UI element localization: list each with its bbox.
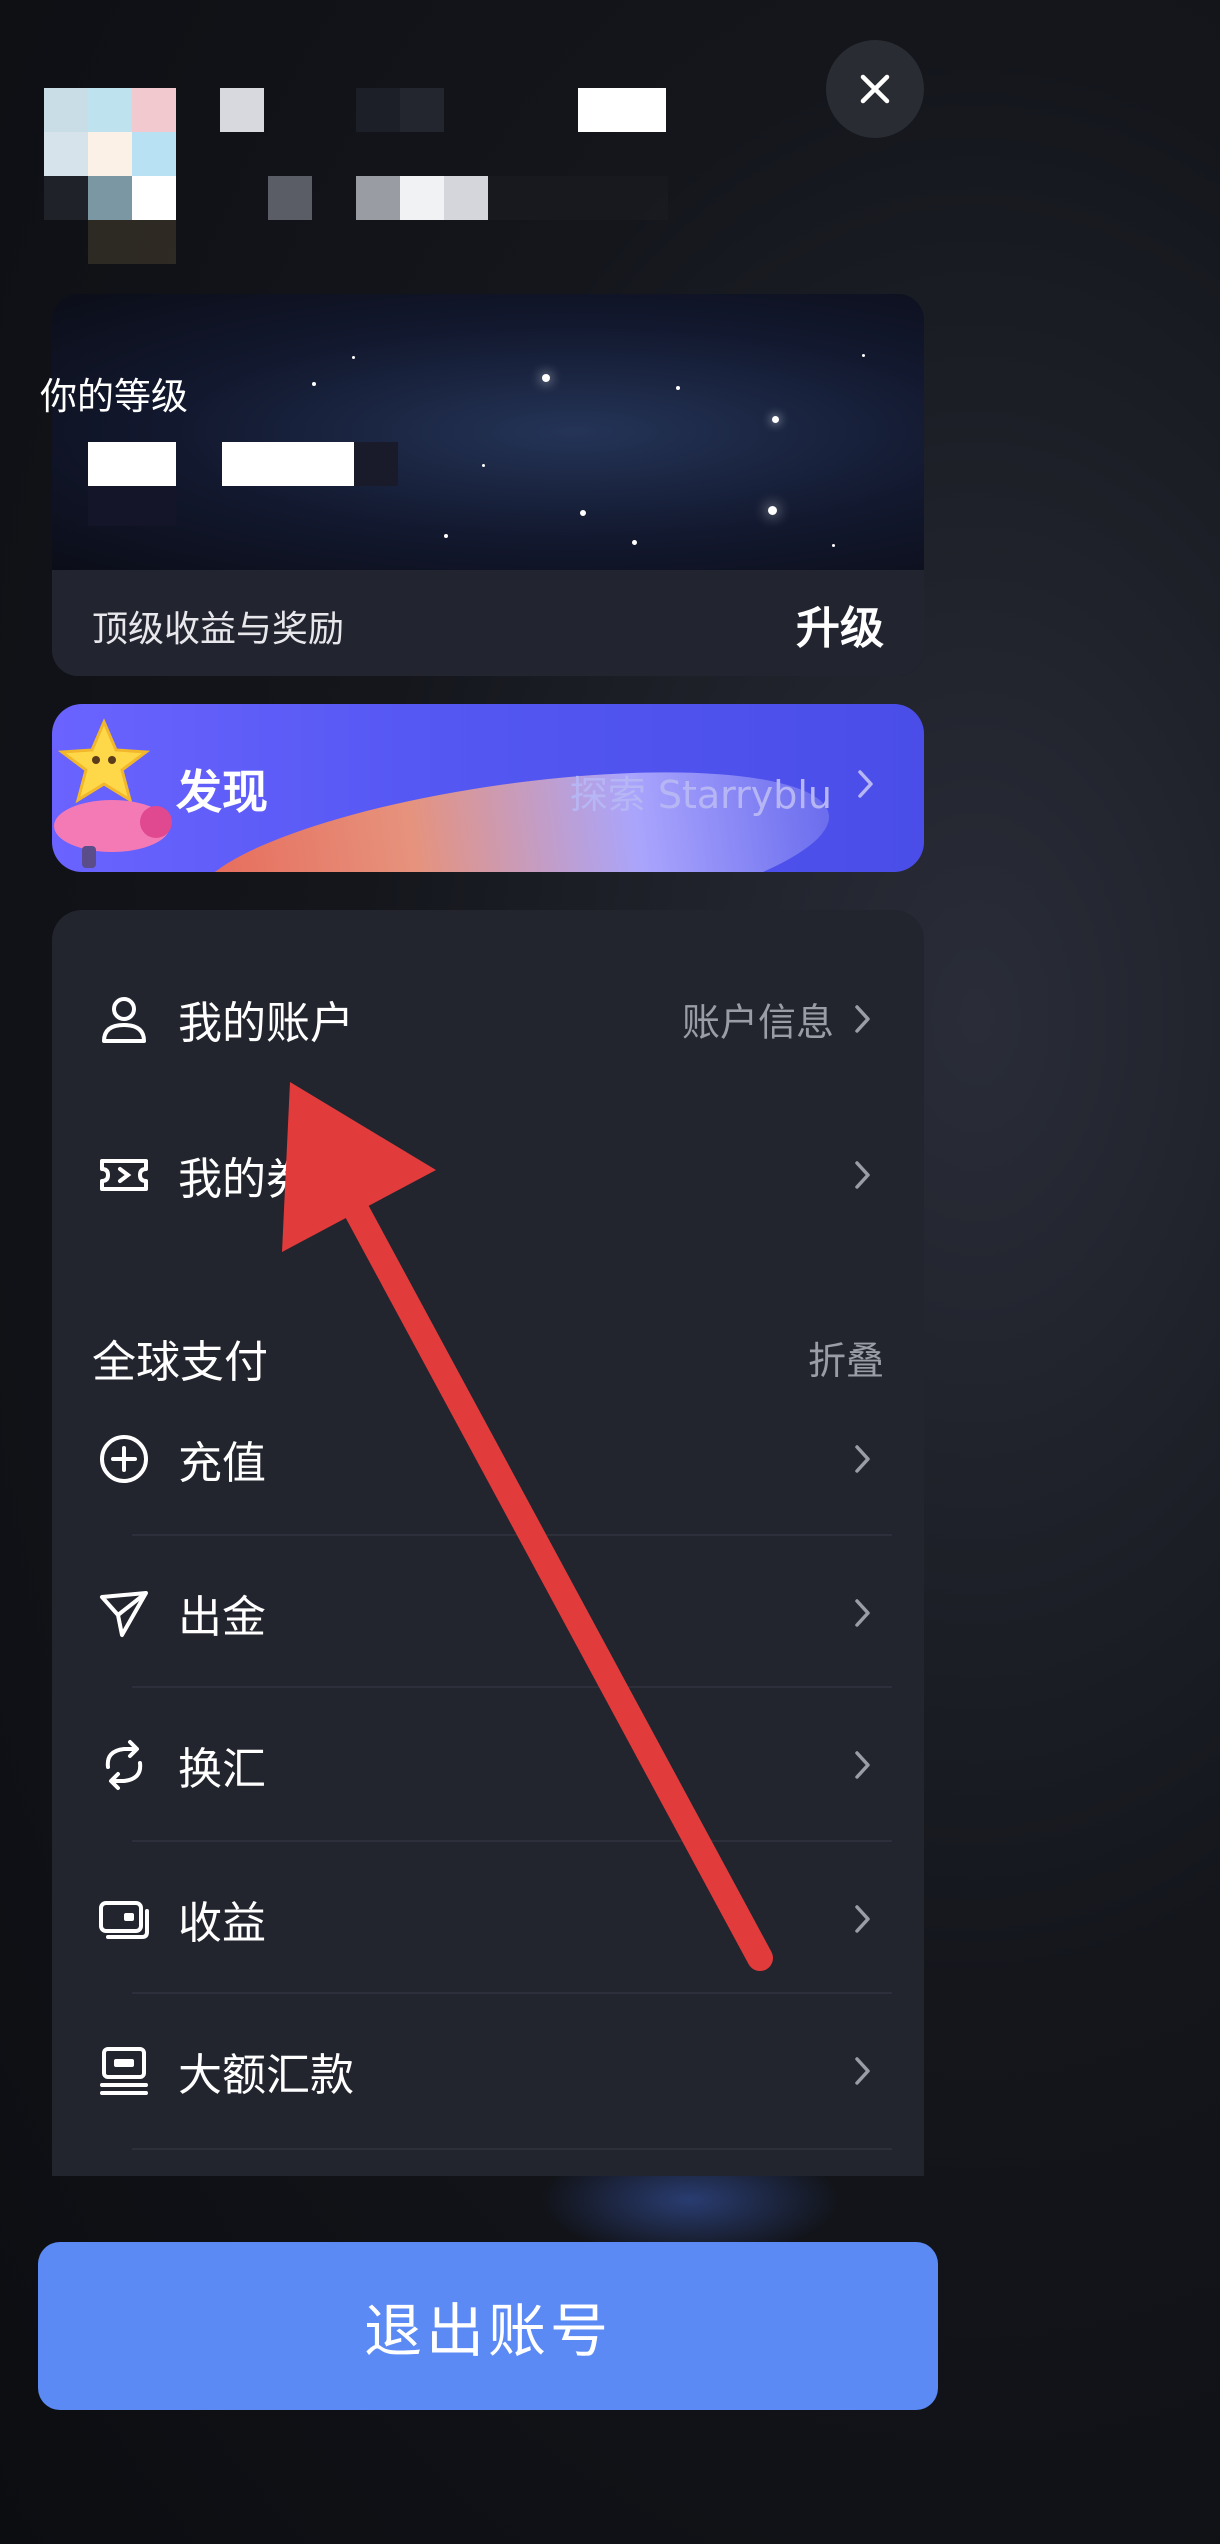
annotation-arrow	[282, 1082, 773, 1971]
